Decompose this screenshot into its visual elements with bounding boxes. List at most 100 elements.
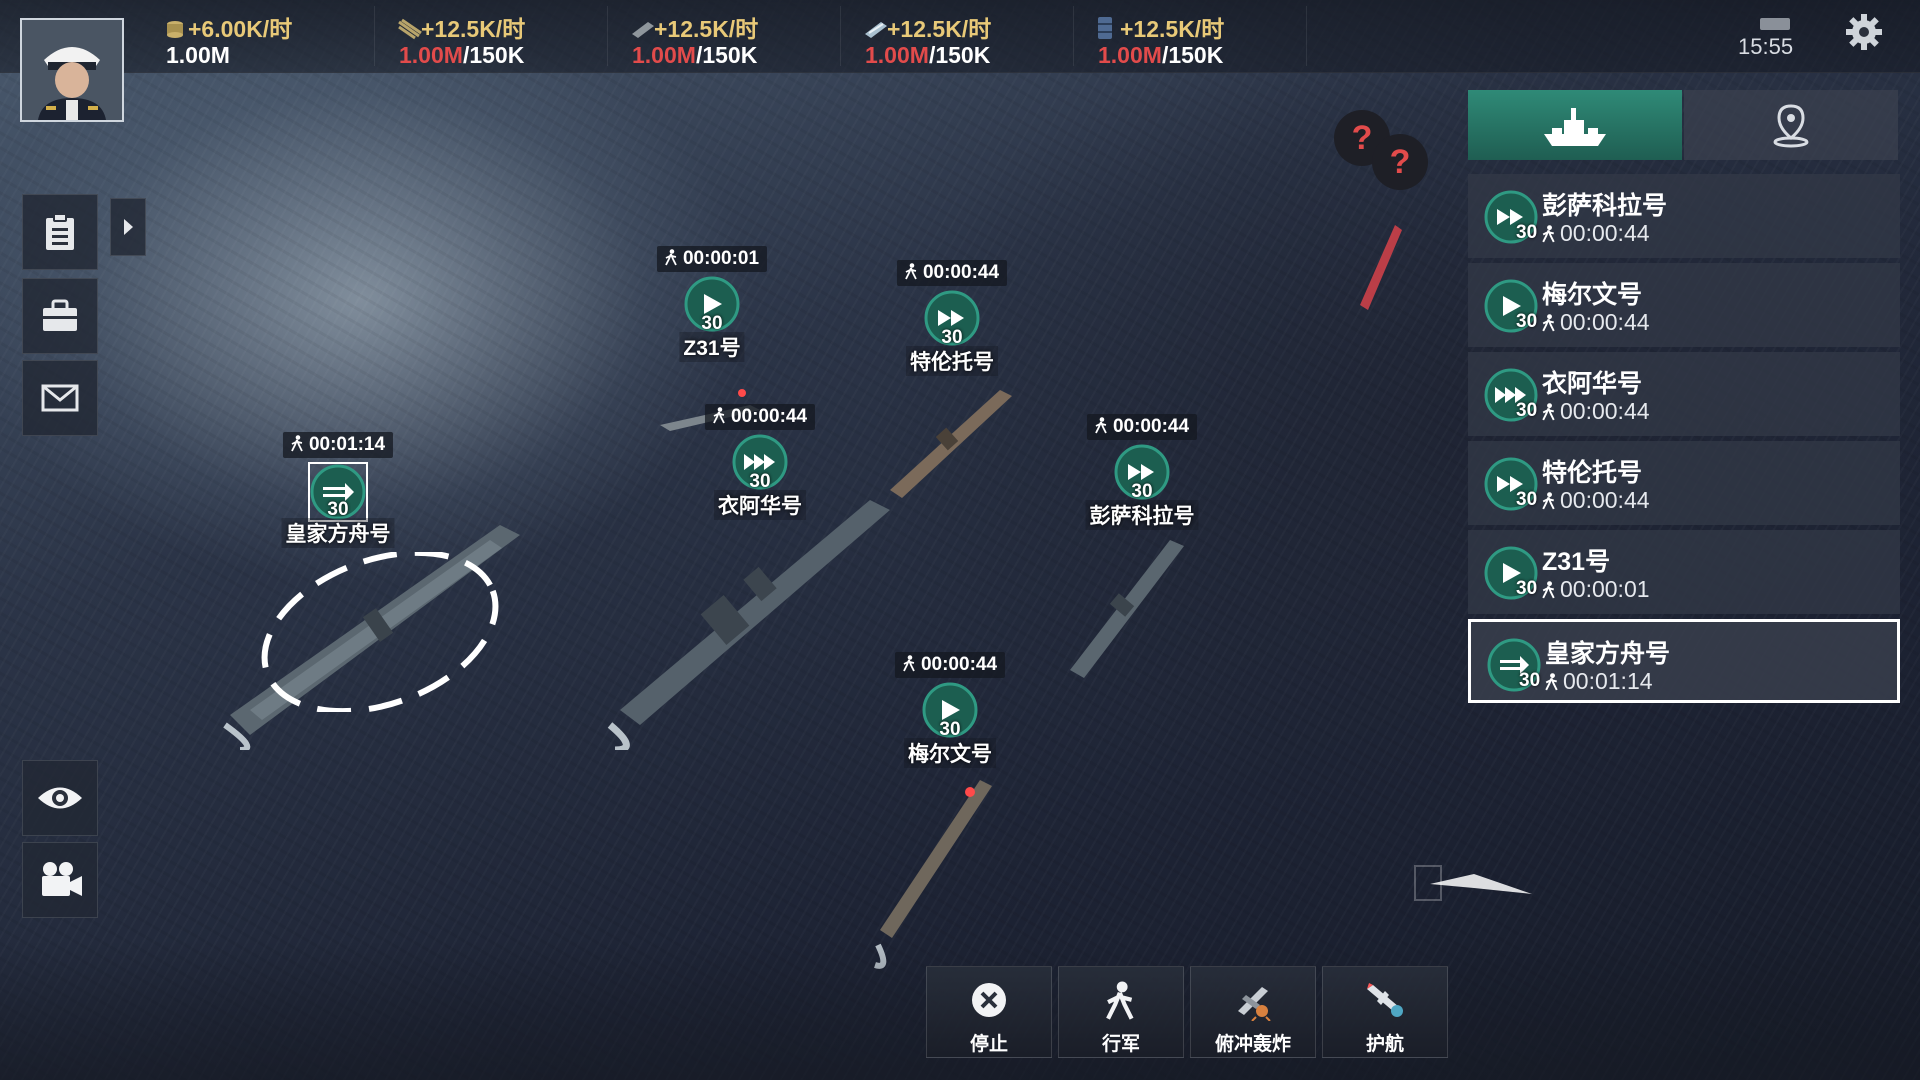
fleet-name: Z31号: [679, 332, 745, 362]
fleet-level: 30: [1516, 489, 1538, 510]
location-pin-icon: [1773, 104, 1809, 148]
arrow-left-icon: [1414, 865, 1532, 901]
fleet-list-item[interactable]: 30 特伦托号 00:00:44: [1468, 441, 1900, 525]
briefcase-icon: [43, 299, 77, 331]
fleet-timer: 00:00:01: [1542, 576, 1650, 603]
resource-amount: 1.00M/150K: [1098, 42, 1224, 68]
action-label: 护航: [1365, 1034, 1404, 1055]
escort-button[interactable]: 护航: [1322, 966, 1448, 1058]
ship-destroyer-melvin[interactable]: [870, 770, 1010, 970]
walk-icon: [291, 435, 304, 452]
resource-amount: 1.00M/150K: [632, 42, 758, 68]
clock: 15:55: [1738, 34, 1794, 59]
fleet-name: 梅尔文号: [1542, 281, 1643, 309]
walk-icon: [1542, 578, 1556, 599]
resource-coins[interactable]: +6.00K/时 1.00M: [150, 6, 375, 68]
mail-button[interactable]: [22, 360, 98, 436]
selection-ring: [261, 552, 499, 712]
march-timer: 00:00:44: [1086, 414, 1198, 440]
fleet-name: 特伦托号: [906, 346, 998, 376]
resource-amount: 1.00M: [166, 42, 230, 68]
walk-icon: [1542, 400, 1556, 421]
fleet-list-item[interactable]: 30 衣阿华号 00:00:44: [1468, 352, 1900, 436]
aluminum-icon: [863, 18, 887, 40]
resource-rate: +12.5K/时: [863, 10, 991, 44]
admiral-portrait-icon: [22, 20, 122, 120]
warship-icon: [1544, 108, 1606, 146]
resource-aluminum[interactable]: +12.5K/时 1.00M/150K: [849, 6, 1074, 68]
march-timer: 00:00:44: [704, 404, 816, 430]
resource-fuel[interactable]: +12.5K/时 1.00M/150K: [1082, 6, 1307, 68]
dive-bomb-button[interactable]: 俯冲轰炸: [1190, 966, 1316, 1058]
fleet-list-item[interactable]: 30 Z31号 00:00:01: [1468, 530, 1900, 614]
fleet-timer: 00:00:44: [1542, 220, 1650, 247]
fleet-name: 梅尔文号: [904, 738, 996, 768]
march-button[interactable]: 行军: [1058, 966, 1184, 1058]
resource-steel[interactable]: +12.5K/时 1.00M/150K: [616, 6, 841, 68]
walk-icon: [665, 249, 678, 266]
walk-icon: [903, 655, 916, 672]
action-label: 俯冲轰炸: [1214, 1034, 1291, 1055]
map-marker-z31[interactable]: 00:00:01 30 Z31号: [632, 246, 792, 362]
fleet-name: Z31号: [1542, 548, 1611, 576]
collapse-panel-button[interactable]: [1414, 864, 1534, 904]
fleet-name: 彭萨科拉号: [1085, 500, 1199, 530]
inventory-button[interactable]: [22, 278, 98, 354]
fleet-name: 皇家方舟号: [281, 518, 395, 548]
map-marker-trento[interactable]: 00:00:44 30 特伦托号: [872, 260, 1032, 376]
coin-stack-icon: [164, 18, 186, 40]
resource-oil[interactable]: +12.5K/时 1.00M/150K: [383, 6, 608, 68]
fleet-timer: 00:00:44: [1542, 309, 1650, 336]
walk-icon: [905, 263, 918, 280]
fleet-list-item[interactable]: 30 梅尔文号 00:00:44: [1468, 263, 1900, 347]
tab-fleet[interactable]: [1468, 90, 1682, 160]
map-marker-pensacola[interactable]: 00:00:44 30 彭萨科拉号: [1062, 414, 1222, 530]
commander-avatar[interactable]: [20, 18, 124, 122]
stop-button[interactable]: 停止: [926, 966, 1052, 1058]
map-marker-melvin[interactable]: 00:00:44 30 梅尔文号: [870, 652, 1030, 768]
fuel-barrel-icon: [1096, 16, 1118, 39]
march-timer: 00:01:14: [282, 432, 394, 458]
action-label: 行军: [1101, 1034, 1140, 1055]
resource-rate: +12.5K/时: [397, 10, 525, 44]
walk-icon: [1106, 981, 1134, 1020]
action-label: 停止: [969, 1034, 1008, 1055]
fleet-timer: 00:00:44: [1542, 398, 1650, 425]
fleet-timer: 00:01:14: [1545, 668, 1653, 695]
march-timer: 00:00:44: [894, 652, 1006, 678]
clipboard-icon: [46, 213, 74, 250]
resource-rate: +12.5K/时: [1096, 10, 1224, 44]
fleet-name: 皇家方舟号: [1545, 640, 1671, 668]
expand-panel-button[interactable]: [110, 198, 146, 256]
enemy-ship-marker[interactable]: [1350, 220, 1410, 310]
resource-rate: +6.00K/时: [164, 10, 292, 44]
mail-icon: [41, 384, 79, 412]
eye-icon: [38, 787, 82, 809]
fleet-name: 彭萨科拉号: [1542, 192, 1668, 220]
march-timer: 00:00:01: [656, 246, 768, 272]
settings-button[interactable]: [1844, 12, 1884, 52]
battery-icon: [1760, 18, 1790, 30]
fleet-name: 特伦托号: [1542, 459, 1643, 487]
march-timer: 00:00:44: [896, 260, 1008, 286]
fleet-level: 30: [1519, 670, 1541, 691]
map-marker-iowa[interactable]: 00:00:44 30 衣阿华号: [680, 404, 840, 520]
view-toggle-button[interactable]: [22, 760, 98, 836]
fleet-list-item[interactable]: 30 彭萨科拉号 00:00:44: [1468, 174, 1900, 258]
unknown-marker-2[interactable]: ?: [1372, 134, 1428, 190]
camera-button[interactable]: [22, 842, 98, 918]
fleet-list-item-selected[interactable]: 30 皇家方舟号 00:01:14: [1468, 619, 1900, 703]
ship-battleship[interactable]: [600, 490, 900, 750]
map-marker-ark-royal[interactable]: 00:01:14 30 皇家方舟号: [258, 432, 418, 548]
oil-icon: [397, 18, 422, 40]
ship-cruiser-pensacola[interactable]: [1060, 530, 1200, 680]
walk-icon: [1542, 489, 1556, 510]
tab-location[interactable]: [1684, 90, 1898, 160]
walk-icon: [1542, 222, 1556, 243]
mission-list-button[interactable]: [22, 194, 98, 270]
fleet-timer: 00:00:44: [1542, 487, 1650, 514]
ship-cruiser-trento[interactable]: [880, 380, 1020, 500]
walk-icon: [1542, 311, 1556, 332]
gear-icon: [1846, 14, 1882, 50]
steel-icon: [630, 18, 654, 40]
